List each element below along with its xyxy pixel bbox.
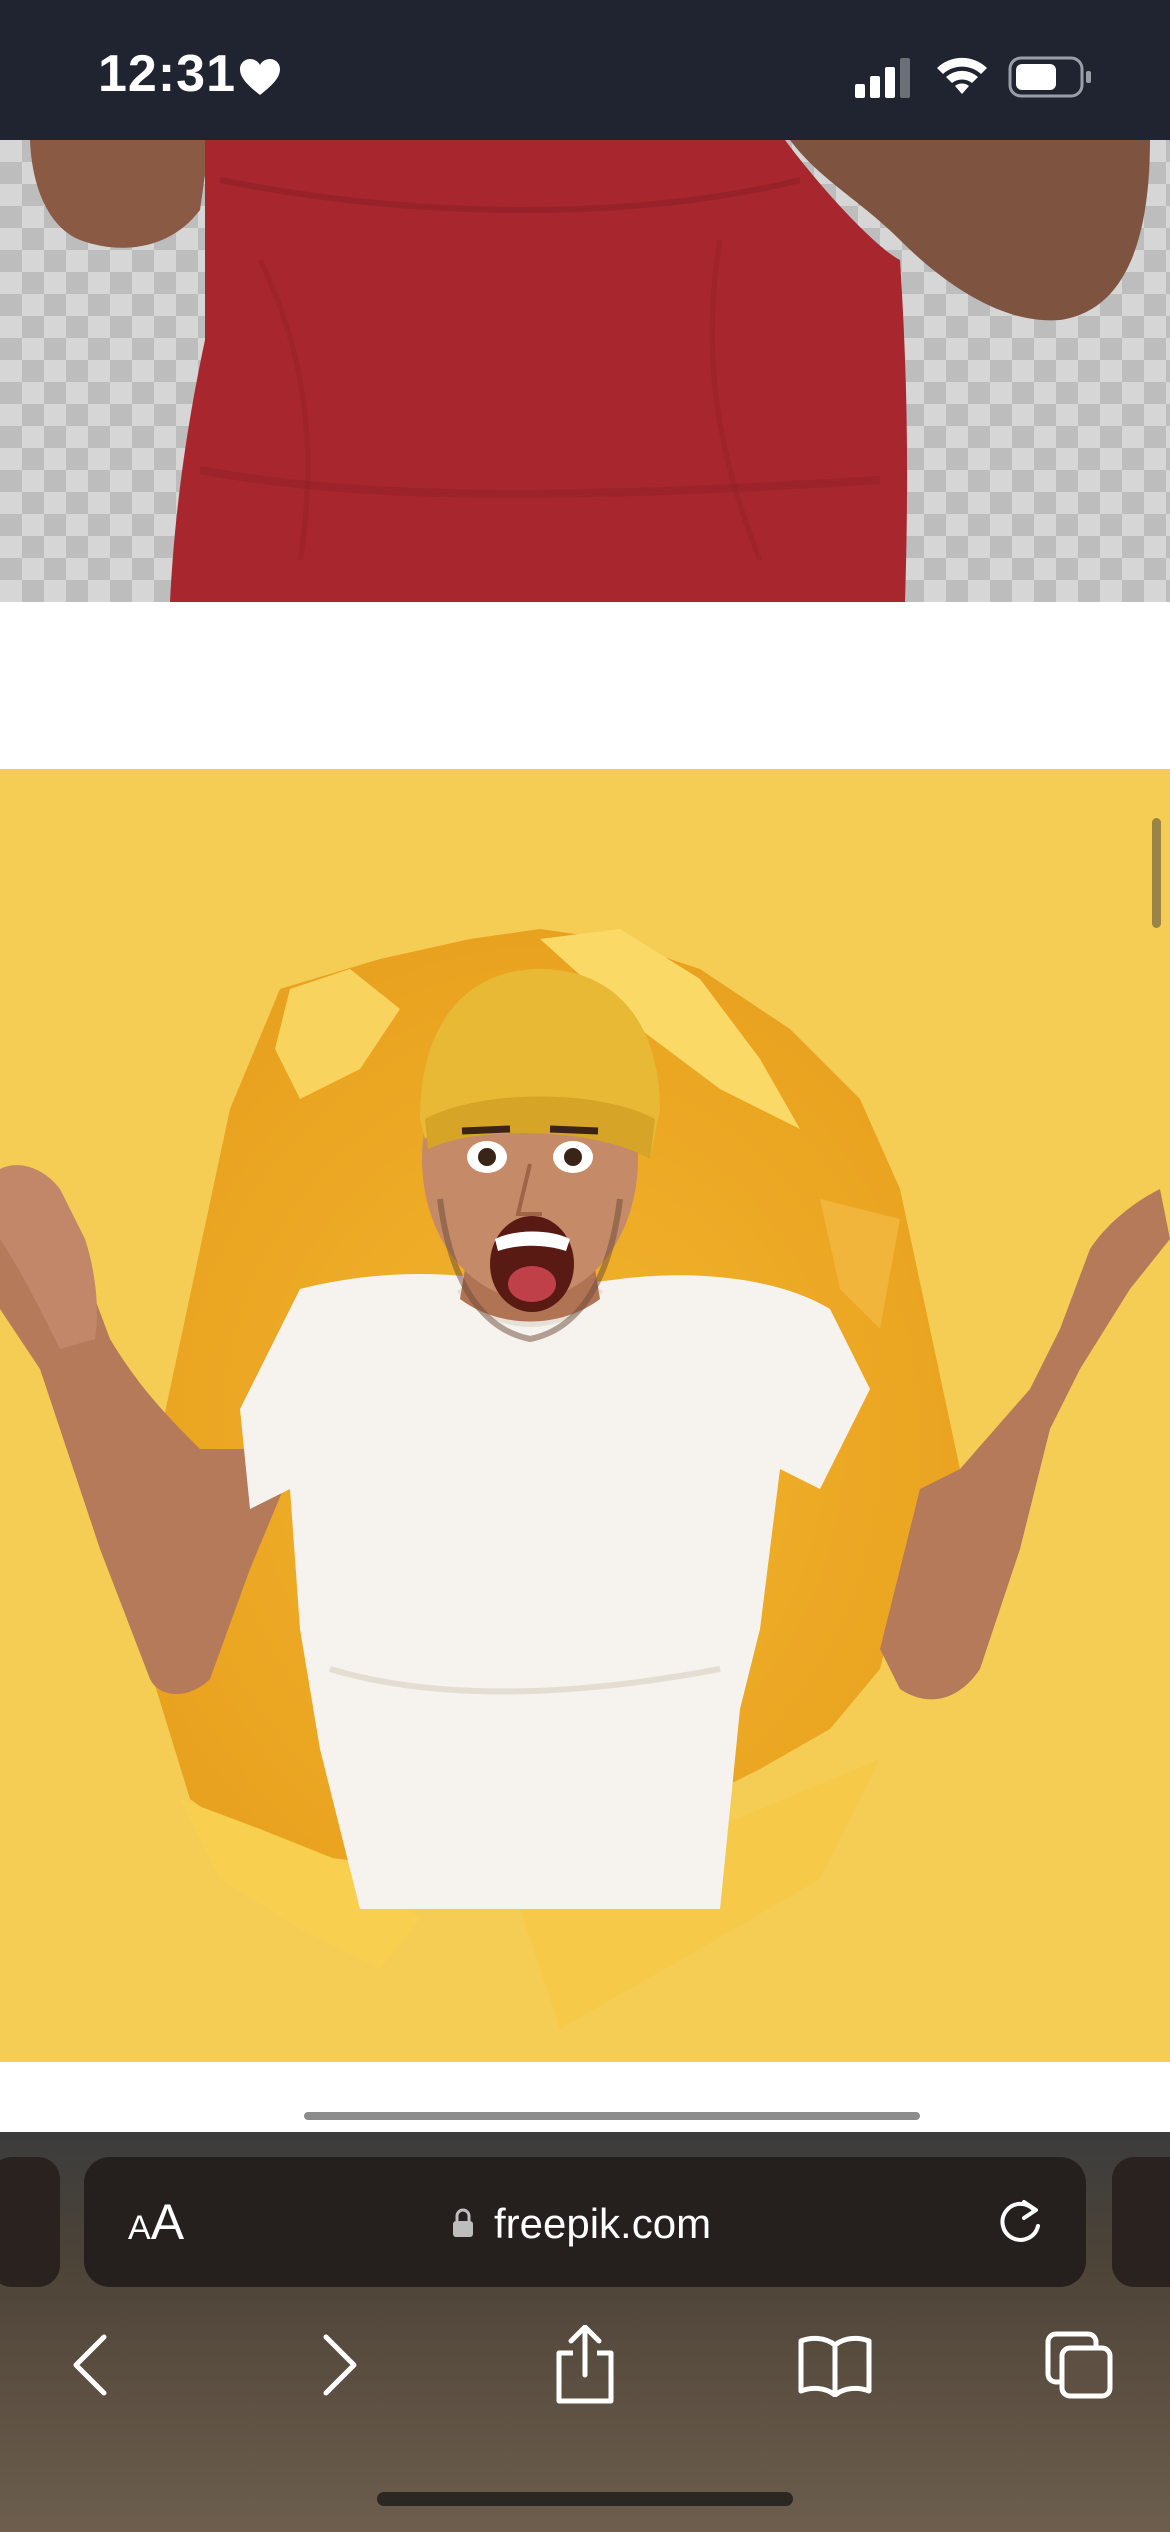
status-bar: 12:31 [0,0,1170,140]
share-icon [556,2325,614,2404]
cellular-signal-icon [855,58,910,98]
back-icon [73,2334,107,2396]
red-tshirt-illustration [30,140,1150,602]
next-tab-preview[interactable] [1112,2157,1170,2287]
page-scroll-handle[interactable] [304,2112,920,2120]
browser-nav-row [0,2315,1170,2415]
excited-man-yellow-image[interactable] [0,769,1170,2062]
previous-tab-preview[interactable] [0,2157,60,2287]
vertical-scrollbar[interactable] [1152,818,1161,928]
text-size-button[interactable]: AA [128,2192,184,2252]
man-red-tshirt-image[interactable] [0,140,1170,602]
excited-man-illustration [0,769,1170,2062]
text-size-large-a: A [150,2194,185,2250]
text-size-small-a: A [128,2209,151,2247]
reload-icon[interactable] [994,2196,1046,2248]
status-time: 12:31 [98,45,236,103]
url-text[interactable]: freepik.com [494,2194,711,2254]
forward-button[interactable] [300,2315,380,2415]
wifi-icon [937,57,987,94]
tabs-button[interactable] [1036,2315,1122,2415]
bookmarks-button[interactable] [790,2315,880,2415]
battery-icon [1008,56,1091,98]
home-indicator[interactable] [377,2492,793,2506]
bookmarks-icon [798,2335,872,2397]
back-button[interactable] [50,2315,130,2415]
share-button[interactable] [545,2315,625,2415]
heart-icon [240,59,280,95]
lock-icon [453,2208,473,2237]
tabs-icon [1045,2331,1113,2399]
forward-icon [323,2334,357,2396]
